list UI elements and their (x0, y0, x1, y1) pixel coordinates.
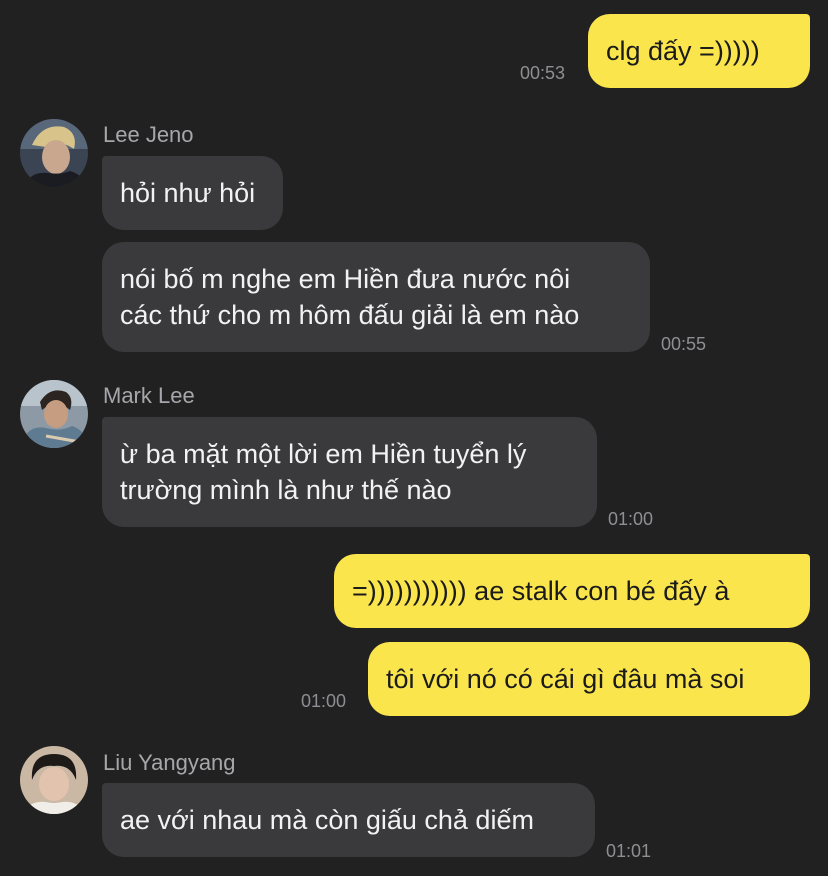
incoming-message-bubble[interactable]: ae với nhau mà còn giấu chả diếm (102, 783, 595, 857)
profile-photo-icon (20, 119, 88, 187)
message-text-line: trường mình là như thế nào (120, 475, 452, 505)
profile-photo-icon (20, 746, 88, 814)
incoming-message-bubble[interactable]: nói bố m nghe em Hiền đưa nước nôi các t… (102, 242, 650, 352)
message-text: =))))))))))) ae stalk con bé đấy à (352, 576, 730, 606)
avatar-mark-lee[interactable] (20, 380, 88, 448)
sender-name: Liu Yangyang (103, 750, 236, 775)
incoming-message-bubble[interactable]: ừ ba mặt một lời em Hiền tuyển lý trường… (102, 417, 597, 527)
avatar-liu-yangyang[interactable] (20, 746, 88, 814)
sender-name: Lee Jeno (103, 122, 194, 147)
avatar-lee-jeno[interactable] (20, 119, 88, 187)
outgoing-message-bubble[interactable]: clg đấy =))))) (588, 14, 810, 88)
message-text: tôi với nó có cái gì đâu mà soi (386, 664, 745, 694)
message-text: hỏi như hỏi (120, 178, 256, 208)
message-text-line: các thứ cho m hôm đấu giải là em nào (120, 300, 580, 330)
message-timestamp: 01:00 (608, 509, 654, 529)
profile-photo-icon (20, 380, 88, 448)
message-timestamp: 00:53 (520, 63, 566, 83)
outgoing-message-bubble[interactable]: tôi với nó có cái gì đâu mà soi (368, 642, 810, 716)
message-timestamp: 00:55 (661, 334, 707, 354)
message-text-line: nói bố m nghe em Hiền đưa nước nôi (120, 264, 571, 294)
incoming-message-bubble[interactable]: hỏi như hỏi (102, 156, 283, 230)
message-text-line: ừ ba mặt một lời em Hiền tuyển lý (120, 439, 527, 469)
message-timestamp: 01:01 (606, 841, 652, 861)
message-timestamp: 01:00 (301, 691, 347, 711)
sender-name: Mark Lee (103, 383, 195, 408)
message-text: clg đấy =))))) (606, 36, 760, 66)
outgoing-message-bubble[interactable]: =))))))))))) ae stalk con bé đấy à (334, 554, 810, 628)
message-text: ae với nhau mà còn giấu chả diếm (120, 805, 534, 835)
